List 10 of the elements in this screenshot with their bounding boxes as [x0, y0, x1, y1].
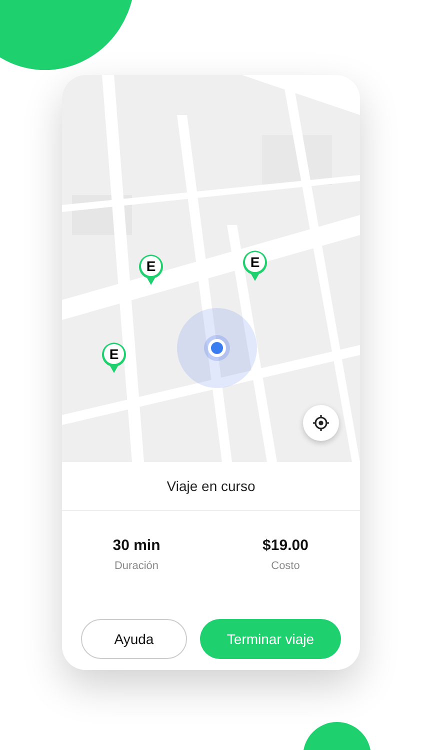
panel-title: Viaje en curso	[62, 462, 360, 511]
stat-label: Duración	[114, 560, 159, 572]
map-pin[interactable]: E	[101, 341, 127, 373]
map-pin[interactable]: E	[138, 253, 164, 285]
stat-value: 30 min	[112, 537, 160, 554]
stat-label: Costo	[271, 560, 300, 572]
help-button[interactable]: Ayuda	[81, 619, 187, 659]
map-pin[interactable]: E	[242, 249, 268, 281]
crosshair-icon	[313, 415, 329, 431]
stat-value: $19.00	[262, 537, 308, 554]
